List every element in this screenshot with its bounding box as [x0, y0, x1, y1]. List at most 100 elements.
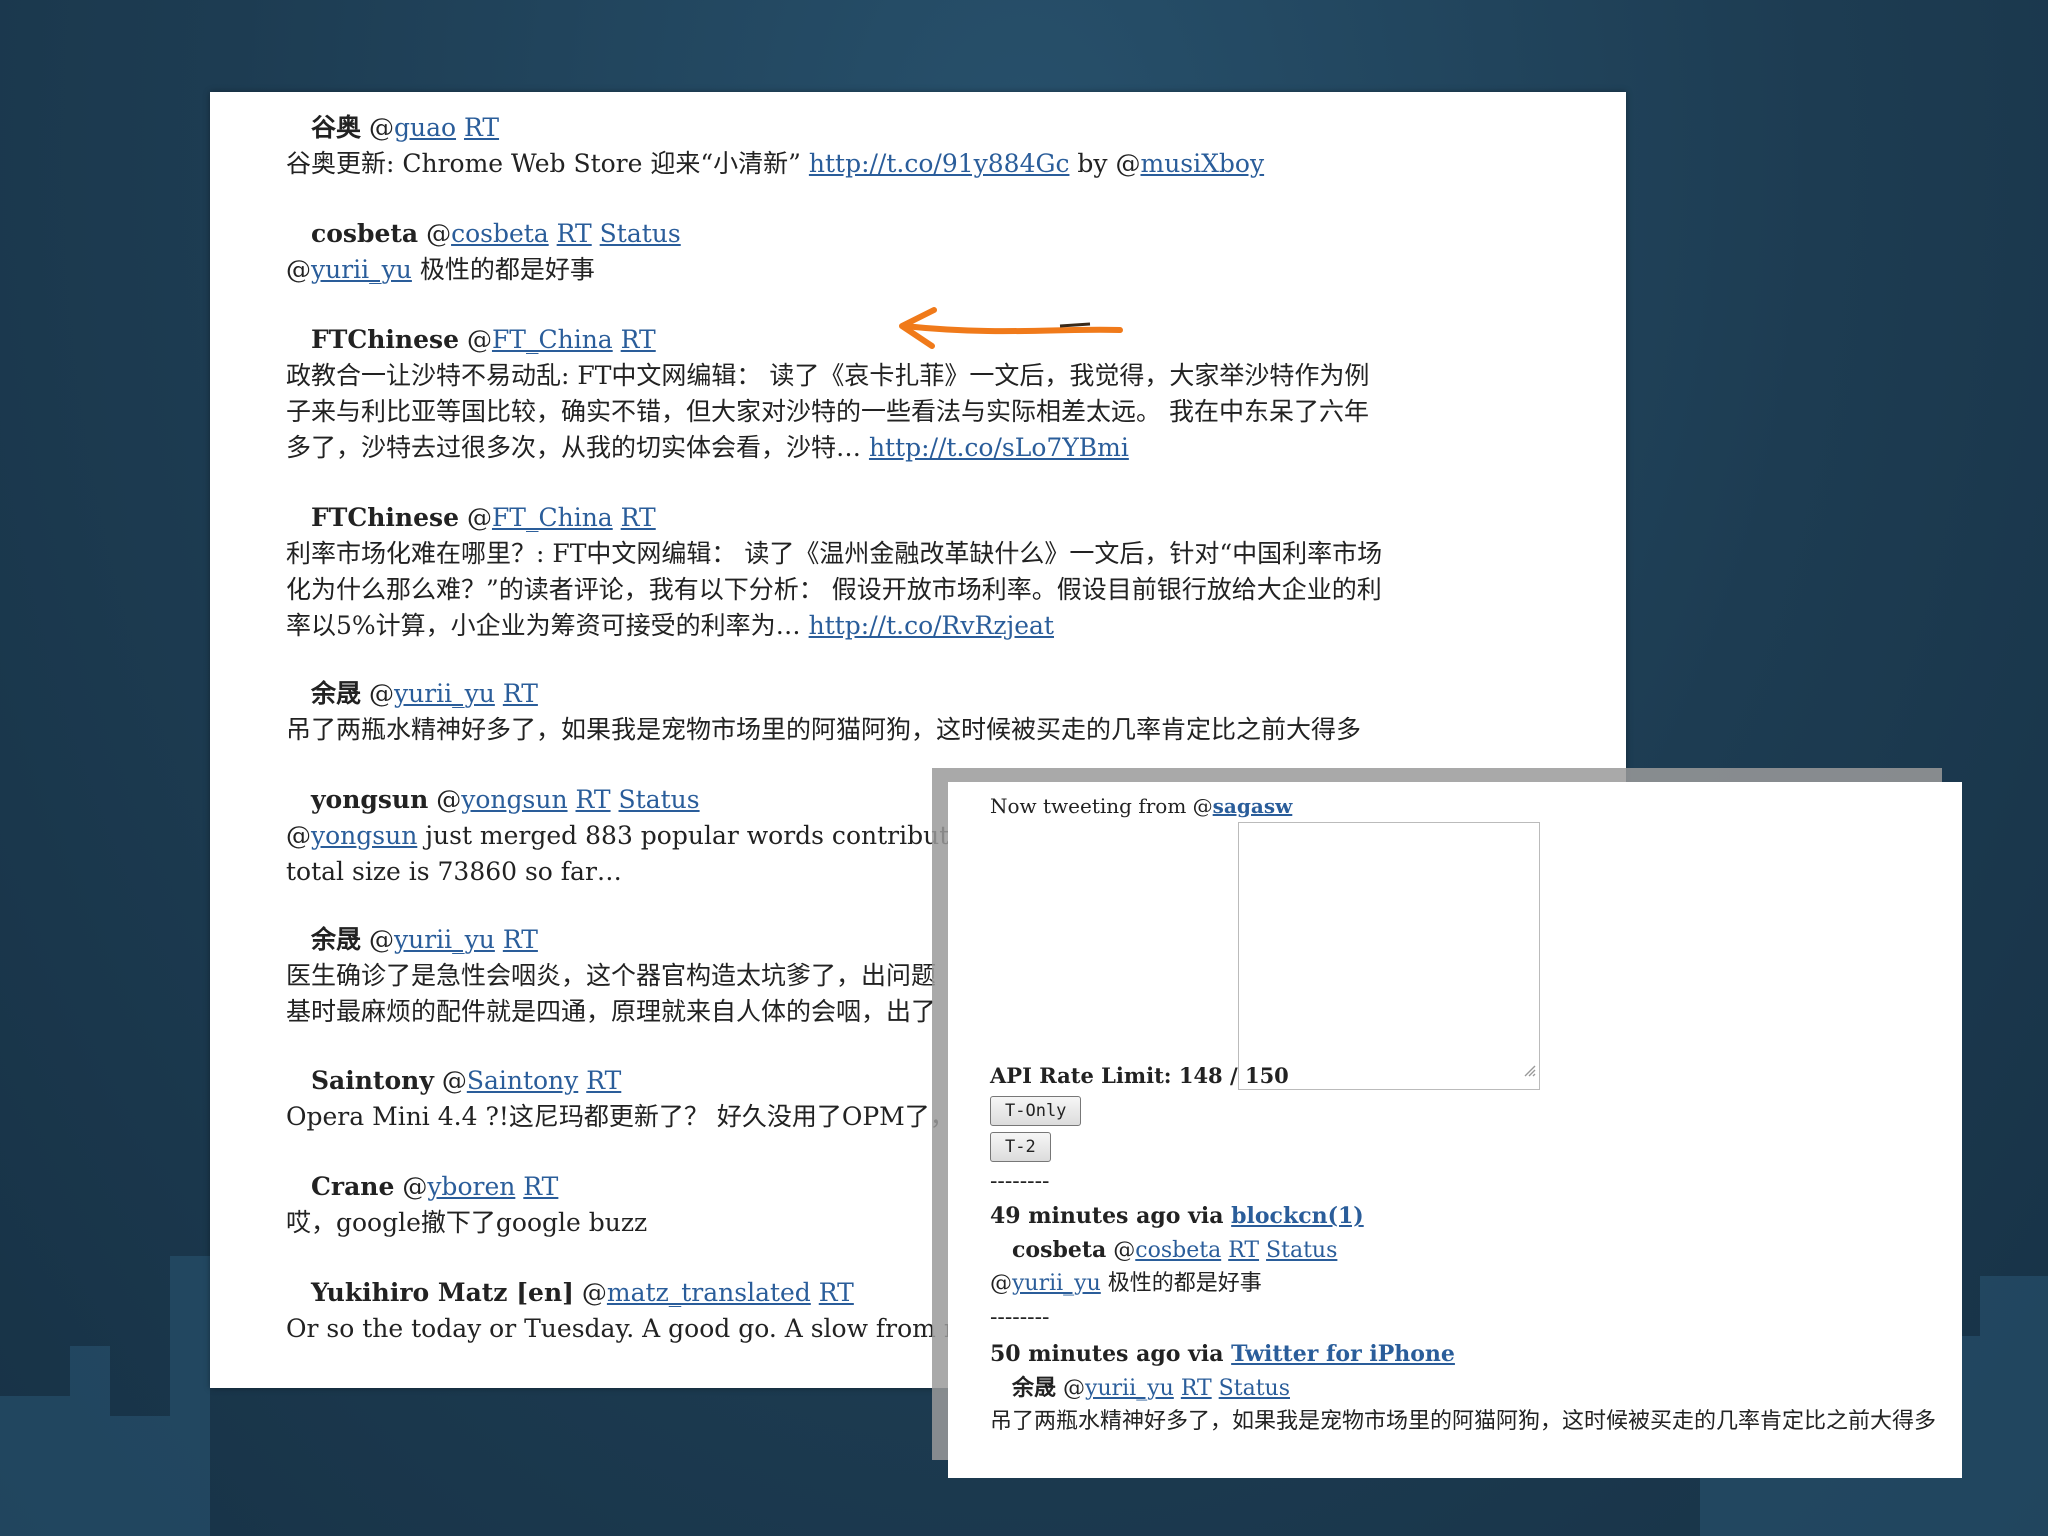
tweet-item: cosbeta @cosbeta RT Status @yurii_yu 极性的…	[286, 216, 681, 288]
mention-link[interactable]: musiXboy	[1140, 149, 1264, 178]
tweet-body: @yurii_yu 极性的都是好事	[286, 252, 681, 288]
tweet-header: FTChinese @FT_China RT	[286, 322, 1369, 358]
at-sign: @	[426, 219, 452, 248]
tweet-text-line: 哎，google撤下了google buzz	[286, 1208, 648, 1237]
tweet-header: 余晟 @yurii_yu RT	[286, 676, 1361, 712]
tweet-item: 余晟 @yurii_yu RT 医生确诊了是急性会咽炎，这个器官构造太坑爹了，出…	[286, 922, 936, 1030]
tweet-text-line: 多了，沙特去过很多次，从我的切实体会看，沙特…	[286, 433, 869, 462]
via-client-link[interactable]: Twitter for iPhone	[1231, 1341, 1455, 1367]
tweet-text-line: 子来与利比亚等国比较，确实不错，但大家对沙特的一些看法与实际相差太远。 我在中东…	[286, 397, 1369, 426]
at-sign: @	[436, 785, 462, 814]
tweet-link[interactable]: http://t.co/RvRzjeat	[809, 611, 1054, 640]
tweet-author-name: yongsun	[311, 785, 429, 814]
retweet-link[interactable]: RT	[503, 679, 538, 708]
tweet-text-line: 医生确诊了是急性会咽炎，这个器官构造太坑爹了，出问题	[286, 961, 937, 990]
tweet-author-name: Yukihiro Matz [en]	[311, 1278, 574, 1307]
entry-meta: 50 minutes ago via Twitter for iPhone	[990, 1338, 1455, 1370]
tweet-text-line: Opera Mini 4.4 ?!这尼玛都更新了？ 好久没用了OPM了，U	[286, 1102, 976, 1131]
at-sign: @	[990, 1271, 1012, 1296]
at-sign: @	[466, 503, 492, 532]
entry-meta: 49 minutes ago via blockcn(1)	[990, 1200, 1364, 1232]
tweet-author-name: Saintony	[311, 1066, 434, 1095]
retweet-link[interactable]: RT	[503, 925, 538, 954]
tweet-author-name: Crane	[311, 1172, 395, 1201]
retweet-link[interactable]: RT	[576, 785, 611, 814]
t-only-button[interactable]: T-Only	[990, 1096, 1082, 1126]
retweet-link[interactable]: RT	[586, 1066, 621, 1095]
tweet-compose-textarea[interactable]	[1238, 822, 1540, 1090]
status-link[interactable]: Status	[600, 219, 681, 248]
tweet-link[interactable]: http://t.co/sLo7YBmi	[869, 433, 1129, 462]
tweet-author-name: 余晟	[311, 925, 362, 954]
orange-arrow-annotation-icon	[899, 307, 1123, 349]
tweet-author-handle[interactable]: Saintony	[467, 1066, 578, 1095]
tweet-item: yongsun @yongsun RT Status @yongsun just…	[286, 782, 1035, 890]
retweet-link[interactable]: RT	[557, 219, 592, 248]
tweet-header: 余晟 @yurii_yu RT	[286, 922, 936, 958]
tweet-text-line: 吊了两瓶水精神好多了，如果我是宠物市场里的阿猫阿狗，这时候被买走的几率肯定比之前…	[286, 715, 1362, 744]
separator-line: --------	[990, 1169, 1050, 1194]
retweet-link[interactable]: RT	[621, 503, 656, 532]
t-2-button[interactable]: T-2	[990, 1132, 1051, 1162]
tweet-body: 政教合一让沙特不易动乱: FT中文网编辑： 读了《哀卡扎菲》一文后，我觉得，大家…	[286, 358, 1369, 466]
status-link[interactable]: Status	[619, 785, 700, 814]
tweet-author-handle[interactable]: yboren	[427, 1172, 515, 1201]
tweet-author-name: FTChinese	[311, 503, 459, 532]
tweet-author-handle[interactable]: yurii_yu	[394, 925, 495, 954]
tweet-author-handle[interactable]: guao	[394, 113, 456, 142]
retweet-link[interactable]: RT	[621, 325, 656, 354]
tweet-author-handle[interactable]: yurii_yu	[1085, 1376, 1174, 1401]
tweet-author-name: FTChinese	[311, 325, 459, 354]
tweet-text-line: 化为什么那么难？”的读者评论，我有以下分析： 假设开放市场利率。假设目前银行放给…	[286, 575, 1382, 604]
retweet-link[interactable]: RT	[1181, 1376, 1212, 1401]
tweet-text-line: 基时最麻烦的配件就是四通，原理就来自人体的会咽，出了	[286, 997, 937, 1026]
tweet-header: Crane @yboren RT	[286, 1169, 647, 1205]
api-rate-limit: API Rate Limit: 148 / 150	[990, 1063, 1289, 1088]
tweet-author-handle[interactable]: yurii_yu	[394, 679, 495, 708]
retweet-link[interactable]: RT	[523, 1172, 558, 1201]
at-sign: @	[1113, 1238, 1136, 1263]
retweet-link[interactable]: RT	[819, 1278, 854, 1307]
tweet-body: 哎，google撤下了google buzz	[286, 1205, 647, 1241]
tweet-header: cosbeta @cosbeta RT Status	[286, 216, 681, 252]
entry-header: cosbeta @cosbeta RT Status	[1012, 1234, 1337, 1267]
via-client-link[interactable]: blockcn(1)	[1231, 1203, 1364, 1229]
tweet-text-line: 利率市场化难在哪里？: FT中文网编辑： 读了《温州金融改革缺什么》一文后，针对…	[286, 539, 1383, 568]
at-sign: @	[581, 1278, 607, 1307]
retweet-link[interactable]: RT	[1228, 1238, 1259, 1263]
resize-grip-icon[interactable]	[1522, 1062, 1536, 1077]
tweet-link[interactable]: http://t.co/91y884Gc	[809, 149, 1070, 178]
mention-link[interactable]: yurii_yu	[311, 255, 412, 284]
tweet-author-handle[interactable]: matz_translated	[607, 1278, 811, 1307]
tweet-body: 谷奥更新: Chrome Web Store 迎来“小清新” http://t.…	[286, 146, 1264, 182]
status-link[interactable]: Status	[1266, 1238, 1337, 1263]
tweet-author-name: cosbeta	[311, 219, 419, 248]
at-sign: @	[1063, 1376, 1086, 1401]
tweet-author-handle[interactable]: cosbeta	[451, 219, 549, 248]
retweet-link[interactable]: RT	[464, 113, 499, 142]
tweet-author-handle[interactable]: yongsun	[461, 785, 567, 814]
tweet-header: yongsun @yongsun RT Status	[286, 782, 1035, 818]
now-tweeting-label: Now tweeting from @sagasw	[990, 790, 1292, 822]
current-user-link[interactable]: sagasw	[1213, 794, 1293, 818]
status-link[interactable]: Status	[1219, 1376, 1290, 1401]
tweet-text: 谷奥更新: Chrome Web Store 迎来“小清新”	[286, 149, 809, 178]
tweet-text-line: total size is 73860 so far…	[286, 857, 622, 886]
tweet-author-name: cosbeta	[1012, 1237, 1107, 1263]
tweet-item: Saintony @Saintony RT Opera Mini 4.4 ?!这…	[286, 1063, 976, 1135]
tweet-header: FTChinese @FT_China RT	[286, 500, 1382, 536]
tweet-header: Yukihiro Matz [en] @matz_translated RT	[286, 1275, 1028, 1311]
tweet-author-handle[interactable]: FT_China	[492, 325, 613, 354]
tweet-header: Saintony @Saintony RT	[286, 1063, 976, 1099]
at-sign: @	[466, 325, 492, 354]
at-sign: @	[368, 679, 394, 708]
tweet-author-handle[interactable]: cosbeta	[1135, 1238, 1221, 1263]
mention-link[interactable]: yurii_yu	[1012, 1271, 1101, 1296]
tweet-body: 医生确诊了是急性会咽炎，这个器官构造太坑爹了，出问题 基时最麻烦的配件就是四通，…	[286, 958, 936, 1030]
tweet-item: FTChinese @FT_China RT 政教合一让沙特不易动乱: FT中文…	[286, 322, 1369, 466]
mention-link[interactable]: yongsun	[311, 821, 417, 850]
tweet-text-line: 政教合一让沙特不易动乱: FT中文网编辑： 读了《哀卡扎菲》一文后，我觉得，大家…	[286, 361, 1370, 390]
tweet-author-handle[interactable]: FT_China	[492, 503, 613, 532]
tweet-author-name: 余晟	[311, 679, 362, 708]
at-sign: @	[286, 821, 311, 850]
